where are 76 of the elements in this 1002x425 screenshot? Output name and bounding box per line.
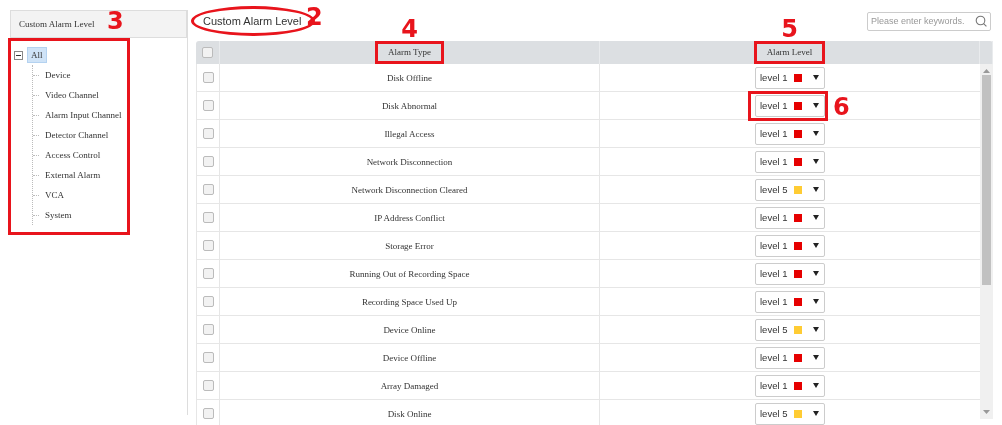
level-dropdown[interactable]: level 1 [755, 150, 825, 173]
table-cell: Storage Error [385, 240, 434, 251]
level-dropdown[interactable]: level 1 [755, 262, 825, 285]
caret-icon [813, 355, 819, 360]
panel-title: Custom Alarm Level [19, 19, 95, 29]
level-dropdown[interactable]: level 1 [755, 234, 825, 257]
caret-icon [813, 299, 819, 304]
table-cell: Running Out of Recording Space [349, 268, 470, 279]
level-dropdown[interactable]: level 1 [755, 346, 825, 369]
level-dropdown[interactable]: level 1 [755, 122, 825, 145]
column-header: Alarm Level [765, 46, 814, 59]
checkbox[interactable] [202, 100, 214, 111]
tree-item[interactable]: External Alarm [41, 167, 105, 183]
checkbox[interactable] [202, 296, 214, 307]
checkbox[interactable] [202, 268, 214, 279]
caret-icon [813, 75, 819, 80]
table-cell: Network Disconnection [366, 156, 453, 167]
checkbox[interactable] [202, 324, 214, 335]
tree-item[interactable]: System [41, 207, 76, 223]
tree-item[interactable]: Device [41, 67, 75, 83]
checkbox[interactable] [202, 352, 214, 363]
level-dropdown[interactable]: level 1 [755, 206, 825, 229]
scrollbar[interactable] [980, 64, 993, 419]
level-dropdown[interactable]: level 5 [755, 318, 825, 341]
level-dropdown[interactable]: level 1 [755, 374, 825, 397]
checkbox[interactable] [202, 408, 214, 419]
table-cell: Array Damaged [380, 380, 439, 391]
checkbox[interactable] [202, 47, 213, 58]
scroll-up-icon[interactable] [983, 69, 990, 73]
annotation-number: 3 [107, 9, 124, 33]
level-dropdown[interactable]: level 1 [755, 290, 825, 313]
caret-icon [813, 271, 819, 276]
table-cell: Network Disconnection Cleared [351, 184, 468, 195]
table-cell: Recording Space Used Up [361, 296, 458, 307]
tree-item[interactable]: Detector Channel [41, 127, 113, 143]
caret-icon [813, 383, 819, 388]
checkbox[interactable] [202, 212, 214, 223]
caret-icon [813, 327, 819, 332]
search-icon[interactable] [975, 15, 987, 27]
level-dropdown[interactable]: level 5 [755, 402, 825, 425]
annotation-box [375, 41, 444, 64]
caret-icon [813, 215, 819, 220]
level-dropdown[interactable]: level 1 [755, 94, 825, 117]
column-header: Alarm Type [387, 46, 432, 59]
tree-item[interactable]: All [27, 47, 47, 63]
checkbox[interactable] [202, 240, 214, 251]
tree-item[interactable]: VCA [41, 187, 68, 203]
table-cell: Device Online [383, 324, 436, 335]
caret-icon [813, 131, 819, 136]
table-cell: Disk Offline [386, 72, 433, 83]
checkbox[interactable] [202, 184, 214, 195]
table-cell: Disk Abnormal [381, 100, 438, 111]
caret-icon [813, 187, 819, 192]
tree-item[interactable]: Video Channel [41, 87, 103, 103]
tree-item[interactable]: Access Control [41, 147, 105, 163]
caret-icon [813, 159, 819, 164]
annotation-number: 5 [781, 17, 798, 41]
tree-item[interactable]: Alarm Input Channel [41, 107, 126, 123]
caret-icon [813, 411, 819, 416]
scroll-down-icon[interactable] [983, 410, 990, 414]
collapse-icon[interactable] [14, 50, 23, 60]
table-cell: IP Address Conflict [374, 212, 445, 223]
table-cell: Illegal Access [384, 128, 435, 139]
caret-icon [813, 103, 819, 108]
table-cell: Disk Online [387, 408, 432, 419]
checkbox[interactable] [202, 156, 214, 167]
table-cell: Device Offline [382, 352, 437, 363]
annotation-number: 4 [401, 17, 418, 41]
annotation-number: 6 [833, 94, 850, 119]
level-dropdown[interactable]: level 1 [755, 66, 825, 89]
search-field[interactable]: Please enter keywords. [867, 11, 991, 31]
checkbox[interactable] [202, 128, 214, 139]
checkbox[interactable] [202, 380, 214, 391]
level-dropdown[interactable]: level 5 [755, 178, 825, 201]
checkbox[interactable] [202, 72, 214, 83]
caret-icon [813, 243, 819, 248]
